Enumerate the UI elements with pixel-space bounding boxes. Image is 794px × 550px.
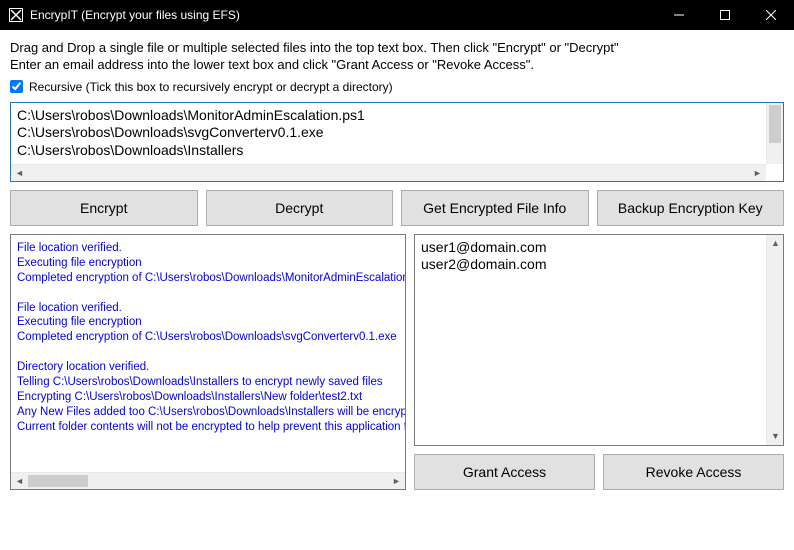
decrypt-button[interactable]: Decrypt: [206, 190, 394, 226]
file-scrollbar-horizontal[interactable]: ◄ ►: [11, 164, 766, 181]
scrollbar-thumb[interactable]: [769, 105, 781, 143]
minimize-button[interactable]: [656, 0, 702, 30]
access-button-row: Grant Access Revoke Access: [414, 454, 784, 490]
scroll-right-icon[interactable]: ►: [749, 165, 766, 182]
scroll-right-icon[interactable]: ►: [388, 473, 405, 490]
scroll-left-icon[interactable]: ◄: [11, 473, 28, 490]
title-bar: EncrypIT (Encrypt your files using EFS): [0, 0, 794, 30]
action-button-row: Encrypt Decrypt Get Encrypted File Info …: [10, 190, 784, 226]
email-scrollbar-vertical[interactable]: ▲ ▼: [766, 235, 783, 445]
maximize-button[interactable]: [702, 0, 748, 30]
scroll-left-icon[interactable]: ◄: [11, 165, 28, 182]
app-icon: [8, 7, 24, 23]
log-scrollbar-horizontal[interactable]: ◄ ►: [11, 472, 405, 489]
instructions-text: Drag and Drop a single file or multiple …: [10, 40, 784, 74]
log-textbox[interactable]: File location verified. Executing file e…: [10, 234, 406, 490]
scroll-down-icon[interactable]: ▼: [767, 428, 784, 445]
encrypt-button[interactable]: Encrypt: [10, 190, 198, 226]
email-textbox[interactable]: user1@domain.com user2@domain.com ▲ ▼: [414, 234, 784, 446]
instructions-line1: Drag and Drop a single file or multiple …: [10, 40, 619, 55]
scroll-up-icon[interactable]: ▲: [767, 235, 784, 252]
file-scrollbar-vertical[interactable]: [766, 103, 783, 164]
file-list-content[interactable]: C:\Users\robos\Downloads\MonitorAdminEsc…: [11, 103, 783, 164]
log-content: File location verified. Executing file e…: [11, 235, 405, 472]
recursive-label: Recursive (Tick this box to recursively …: [29, 80, 393, 94]
scrollbar-thumb[interactable]: [28, 475, 88, 487]
backup-key-button[interactable]: Backup Encryption Key: [597, 190, 785, 226]
file-drop-textbox[interactable]: C:\Users\robos\Downloads\MonitorAdminEsc…: [10, 102, 784, 182]
recursive-row[interactable]: Recursive (Tick this box to recursively …: [10, 80, 784, 94]
window-title: EncrypIT (Encrypt your files using EFS): [30, 8, 656, 22]
email-content[interactable]: user1@domain.com user2@domain.com: [415, 235, 783, 445]
grant-access-button[interactable]: Grant Access: [414, 454, 595, 490]
instructions-line2: Enter an email address into the lower te…: [10, 57, 534, 72]
revoke-access-button[interactable]: Revoke Access: [603, 454, 784, 490]
close-button[interactable]: [748, 0, 794, 30]
get-info-button[interactable]: Get Encrypted File Info: [401, 190, 589, 226]
recursive-checkbox[interactable]: [10, 80, 23, 93]
